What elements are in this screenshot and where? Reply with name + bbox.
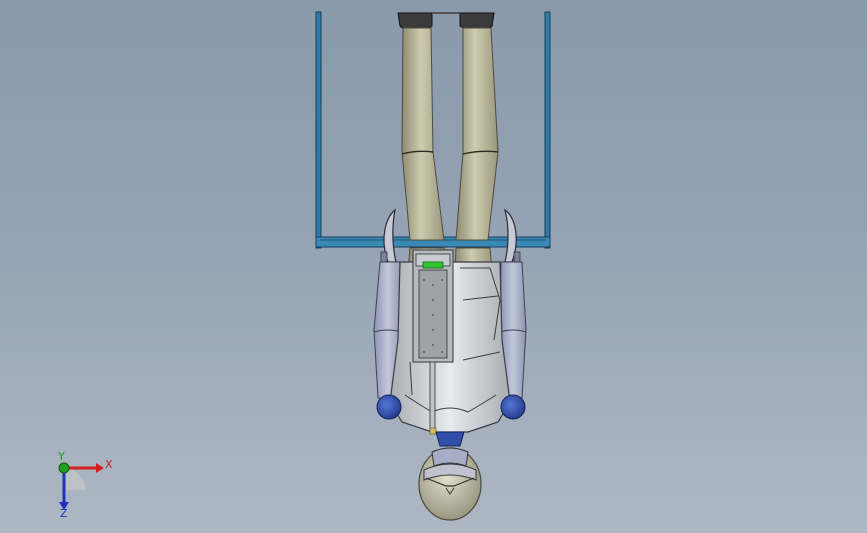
z-axis-label: Z (60, 507, 68, 520)
neck (435, 431, 465, 447)
y-axis-label: Y (57, 450, 65, 463)
left-leg (401, 27, 445, 241)
x-axis-label: X (105, 458, 113, 471)
right-leg (455, 27, 499, 241)
y-axis-dot (58, 462, 70, 474)
mannequin-model[interactable] (0, 0, 867, 533)
legs (401, 27, 499, 271)
head (418, 447, 482, 521)
frame-left-post (315, 11, 322, 249)
frame-right-post (544, 11, 551, 249)
status-indicator-green (422, 261, 444, 269)
3d-viewport[interactable]: X Y Z (0, 0, 867, 533)
orientation-triad: X Y Z (57, 450, 113, 520)
